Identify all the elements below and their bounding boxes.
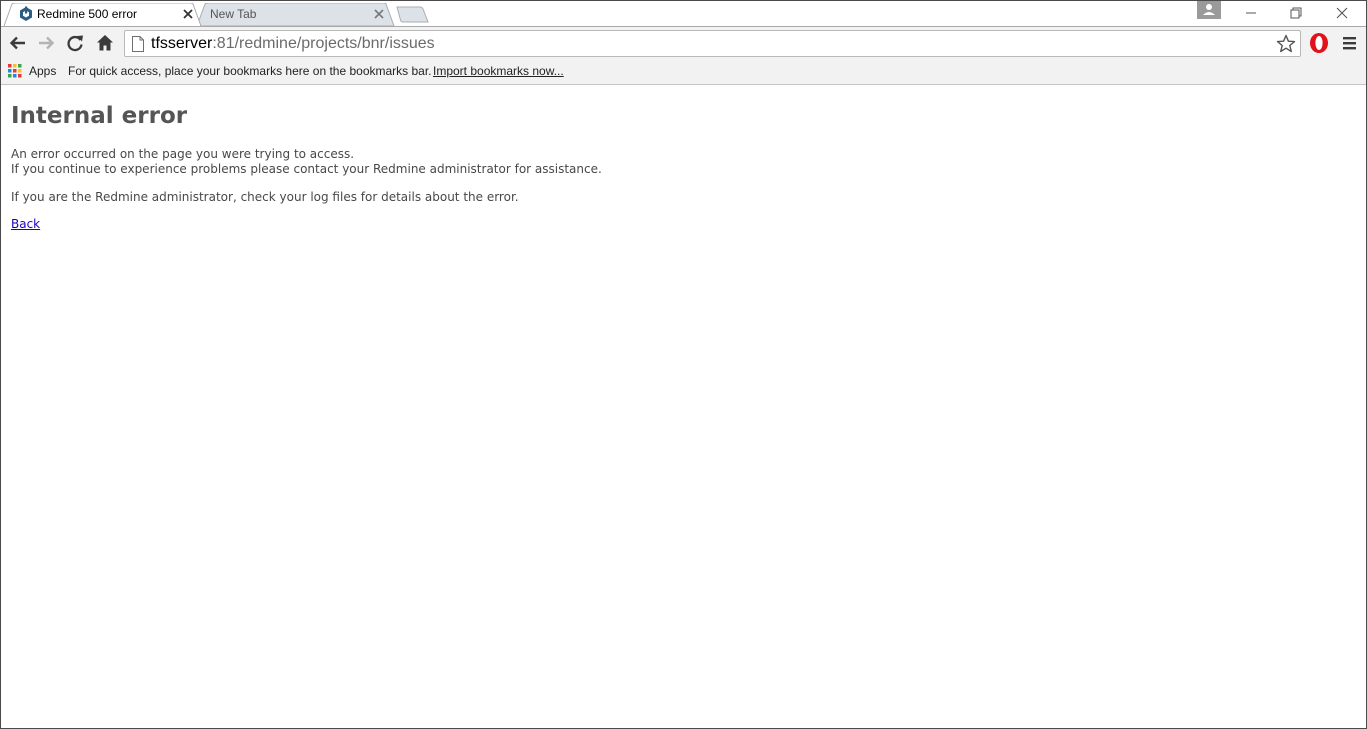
opera-extension-icon[interactable] [1308, 32, 1330, 54]
bookmarks-bar: Apps For quick access, place your bookma… [1, 59, 1366, 85]
address-bar[interactable]: tfsserver:81/redmine/projects/bnr/issues [124, 30, 1301, 57]
menu-icon[interactable] [1341, 34, 1359, 52]
forward-arrow-icon[interactable] [35, 32, 57, 54]
error-message-line-1: An error occurred on the page you were t… [11, 147, 355, 161]
page-icon [132, 36, 144, 52]
url-host: tfsserver [151, 35, 213, 52]
tab-title: New Tab [210, 7, 257, 21]
person-icon [1203, 4, 1215, 15]
browser-toolbar: tfsserver:81/redmine/projects/bnr/issues [1, 26, 1366, 59]
error-message-line-2: If you continue to experience problems p… [11, 162, 602, 176]
profile-button[interactable] [1197, 1, 1221, 19]
url-path: :81/redmine/projects/bnr/issues [212, 35, 435, 52]
page-content: Internal error An error occurred on the … [1, 86, 1366, 728]
tab-redmine-500-error[interactable]: Redmine 500 error [4, 3, 206, 26]
import-bookmarks-link[interactable]: Import bookmarks now... [433, 64, 564, 78]
new-tab-button[interactable] [396, 6, 430, 23]
close-window-button[interactable] [1319, 1, 1365, 25]
redmine-icon [20, 6, 32, 21]
apps-bookmark[interactable]: Apps [29, 64, 56, 78]
browser-window: New Tab Redmine 500 error tfsserver:81/r… [0, 0, 1367, 729]
apps-grid-icon[interactable] [8, 64, 22, 78]
tab-title: Redmine 500 error [37, 7, 138, 21]
bookmark-star-icon[interactable] [1276, 34, 1296, 54]
page-title: Internal error [11, 103, 188, 129]
url-text: tfsserver:81/redmine/projects/bnr/issues [151, 35, 435, 53]
close-icon[interactable] [181, 7, 195, 21]
admin-message: If you are the Redmine administrator, ch… [11, 190, 519, 204]
restore-button[interactable] [1273, 1, 1319, 25]
back-link[interactable]: Back [11, 217, 40, 231]
minimize-button[interactable] [1228, 1, 1274, 25]
bookmarks-hint-text: For quick access, place your bookmarks h… [68, 64, 432, 78]
back-arrow-icon[interactable] [7, 32, 29, 54]
tab-new-tab[interactable]: New Tab [197, 3, 399, 26]
close-icon[interactable] [372, 7, 386, 21]
tab-strip: New Tab Redmine 500 error [1, 1, 1366, 26]
reload-icon[interactable] [64, 32, 86, 54]
home-icon[interactable] [94, 32, 116, 54]
